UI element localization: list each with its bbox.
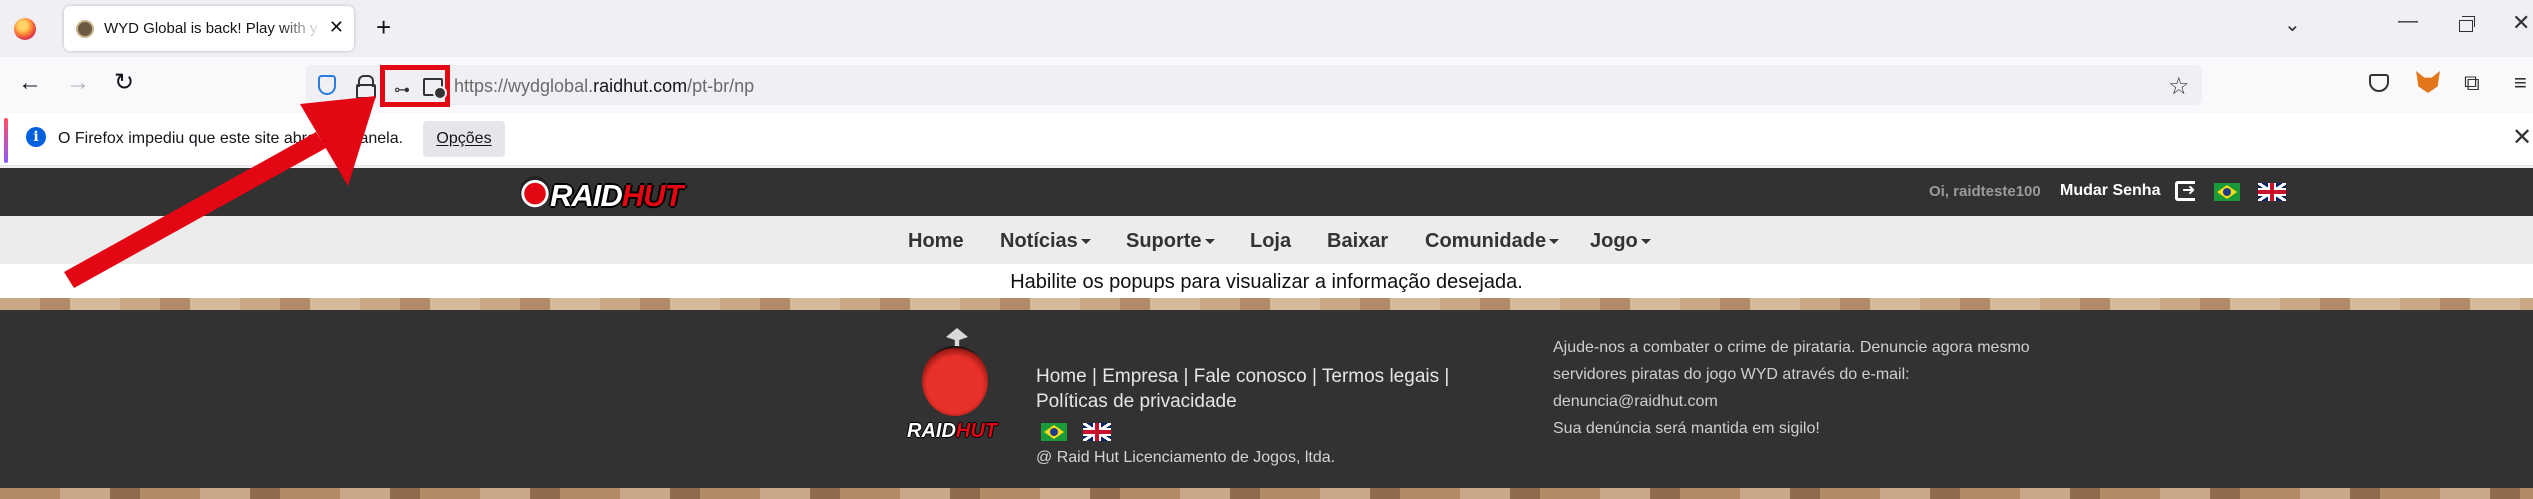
chevron-down-icon[interactable]: ⌄ bbox=[2284, 12, 2301, 37]
permissions-highlight-box: ⊶ bbox=[380, 65, 450, 107]
tab-strip: WYD Global is back! Play with y ✕ + ⌄ — … bbox=[0, 0, 2533, 57]
lock-icon[interactable] bbox=[356, 75, 376, 99]
restore-window-icon[interactable] bbox=[2459, 16, 2475, 32]
address-bar[interactable]: ⊶ https://wydglobal.raidhut.com/pt-br/np… bbox=[306, 65, 2202, 107]
notification-accent bbox=[4, 118, 8, 163]
raidhut-logo[interactable]: RAIDHUT bbox=[520, 174, 700, 213]
minimize-window-icon[interactable]: — bbox=[2398, 10, 2418, 33]
url-text[interactable]: https://wydglobal.raidhut.com/pt-br/np bbox=[454, 76, 754, 97]
mascot-icon bbox=[922, 346, 988, 416]
chevron-down-icon bbox=[1204, 239, 1215, 245]
footer-separator: | bbox=[1183, 366, 1189, 387]
popup-info-bar: Habilite os popups para visualizar a inf… bbox=[0, 264, 2533, 298]
footer-separator: | bbox=[1312, 366, 1317, 387]
nav-comunidade[interactable]: Comunidade bbox=[1425, 230, 1560, 253]
report-line-1: Ajude-nos a combater o crime de piratari… bbox=[1553, 339, 2030, 356]
metamask-extension-icon[interactable] bbox=[2416, 71, 2440, 93]
close-notification-icon[interactable]: ✕ bbox=[2512, 123, 2532, 152]
firefox-menu-icon[interactable] bbox=[14, 18, 36, 40]
popup-message: Habilite os popups para visualizar a inf… bbox=[1010, 271, 1523, 293]
footer-link-termos[interactable]: Termos legais bbox=[1322, 366, 1439, 387]
footer-separator: | bbox=[1444, 366, 1450, 387]
browser-tab[interactable]: WYD Global is back! Play with y ✕ bbox=[64, 6, 354, 51]
footer-link-home[interactable]: Home bbox=[1036, 366, 1087, 387]
footer-logo-text: RAIDHUT bbox=[907, 420, 997, 442]
forward-icon[interactable]: → bbox=[66, 71, 90, 95]
footer-uk-flag-icon[interactable] bbox=[1083, 423, 1111, 441]
chevron-down-icon bbox=[1080, 239, 1091, 245]
site-header: RAIDHUT Oi, raidteste100 Mudar Senha bbox=[0, 168, 2533, 216]
uk-flag-icon[interactable] bbox=[2258, 183, 2286, 201]
footer-separator: | bbox=[1091, 366, 1097, 387]
options-button[interactable]: Opções bbox=[423, 121, 505, 157]
report-email[interactable]: denuncia@raidhut.com bbox=[1553, 388, 2073, 415]
raidhut-emblem-icon bbox=[520, 176, 550, 208]
navigation-toolbar: ← → ↻ ⊶ https://wydglobal.raidhut.com/pt… bbox=[0, 57, 2533, 113]
pocket-icon[interactable] bbox=[2369, 74, 2389, 92]
info-icon: i bbox=[26, 127, 46, 147]
nav-jogo[interactable]: Jogo bbox=[1590, 230, 1651, 253]
permissions-sliders-icon[interactable]: ⊶ bbox=[394, 80, 410, 100]
piracy-report-text: Ajude-nos a combater o crime de piratari… bbox=[1553, 334, 2073, 442]
site-footer: RAIDHUT Home | Empresa | Fale conosco | … bbox=[0, 310, 2533, 488]
nav-noticias[interactable]: Notícias bbox=[1000, 230, 1091, 253]
logout-icon[interactable] bbox=[2175, 180, 2195, 201]
brazil-flag-icon[interactable] bbox=[2214, 183, 2240, 201]
chevron-down-icon bbox=[1640, 239, 1651, 245]
footer-link-empresa[interactable]: Empresa bbox=[1102, 366, 1178, 387]
parchment-background-bottom bbox=[0, 488, 2533, 499]
extensions-puzzle-icon[interactable]: ⧉ bbox=[2464, 71, 2480, 95]
nav-baixar[interactable]: Baixar bbox=[1327, 230, 1388, 253]
hamburger-menu-icon[interactable]: ≡ bbox=[2514, 71, 2527, 95]
footer-links: Home | Empresa | Fale conosco | Termos l… bbox=[1036, 364, 1526, 414]
back-icon[interactable]: ← bbox=[18, 71, 42, 95]
close-tab-icon[interactable]: ✕ bbox=[329, 17, 344, 38]
footer-copyright: @ Raid Hut Licenciamento de Jogos, ltda. bbox=[1036, 449, 1336, 466]
footer-brazil-flag-icon[interactable] bbox=[1041, 423, 1067, 441]
popup-blocked-notification: i O Firefox impediu que este site abra u… bbox=[0, 113, 2533, 166]
nav-home[interactable]: Home bbox=[908, 230, 964, 253]
new-tab-icon[interactable]: + bbox=[376, 12, 391, 43]
notification-message: O Firefox impediu que este site abra uma… bbox=[58, 130, 404, 147]
chevron-down-icon bbox=[1549, 239, 1560, 245]
nav-suporte[interactable]: Suporte bbox=[1126, 230, 1215, 253]
logo-text: RAIDHUT bbox=[550, 178, 683, 213]
footer-link-fale-conosco[interactable]: Fale conosco bbox=[1194, 366, 1307, 387]
site-navigation: Home Notícias Suporte Loja Baixar Comuni… bbox=[0, 216, 2533, 264]
tab-title: WYD Global is back! Play with y bbox=[104, 20, 318, 37]
report-line-2: servidores piratas do jogo WYD através d… bbox=[1553, 366, 1910, 383]
change-password-link[interactable]: Mudar Senha bbox=[2060, 182, 2160, 200]
report-line-3: Sua denúncia será mantida em sigilo! bbox=[1553, 420, 1820, 437]
blocked-popup-icon[interactable] bbox=[423, 78, 447, 100]
site-favicon-icon bbox=[76, 20, 94, 38]
tracking-protection-shield-icon[interactable] bbox=[318, 75, 336, 95]
footer-raidhut-logo[interactable]: RAIDHUT bbox=[907, 328, 1004, 446]
user-greeting: Oi, raidteste100 bbox=[1929, 183, 2041, 200]
close-window-icon[interactable]: ✕ bbox=[2512, 10, 2530, 36]
bookmark-star-icon[interactable]: ☆ bbox=[2168, 72, 2190, 101]
nav-loja[interactable]: Loja bbox=[1250, 230, 1291, 253]
footer-link-privacidade[interactable]: Políticas de privacidade bbox=[1036, 391, 1237, 412]
reload-icon[interactable]: ↻ bbox=[114, 71, 134, 95]
parchment-background-strip bbox=[0, 298, 2533, 310]
